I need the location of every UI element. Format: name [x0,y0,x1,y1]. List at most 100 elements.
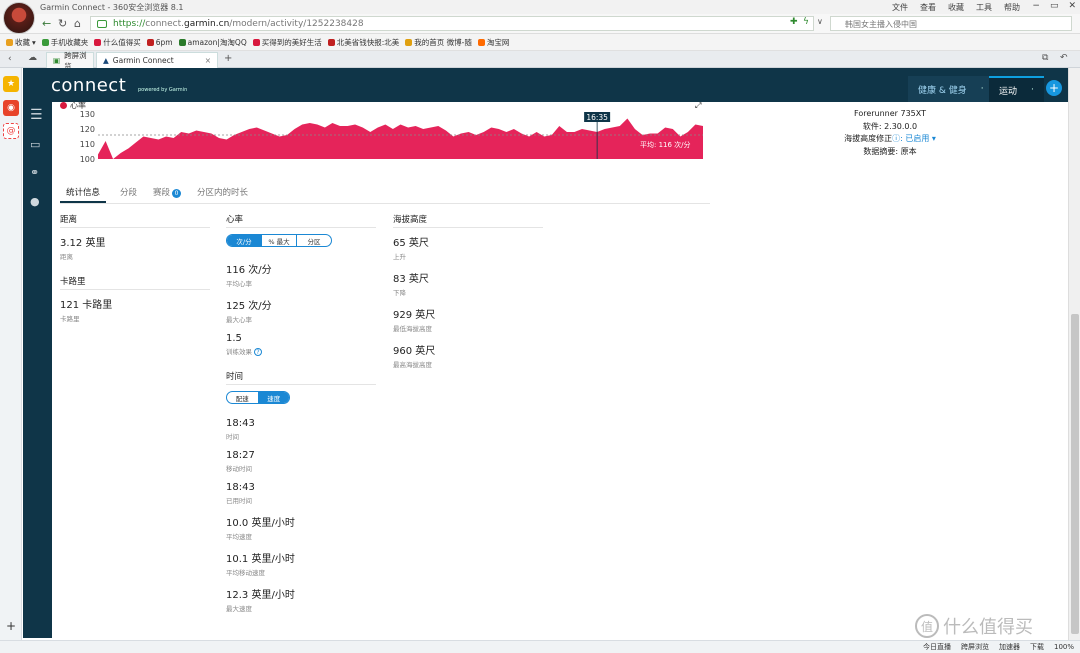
close-icon[interactable]: ✕ [1068,1,1076,11]
bookmark-item[interactable]: 北美省钱快报:北美 [327,37,399,48]
status-cross-screen[interactable]: 跨屏浏览 [961,642,989,652]
bookmark-item[interactable]: amazon|淘淘QQ [178,37,247,48]
max-elevation-label: 最高海拔高度 [393,361,432,369]
elevation-correction-toggle[interactable]: : 已启用 [900,134,929,143]
time-section: 时间 配速 速度 18:43 时间 18:27 移动时间 18:43 已用时间 … [226,370,376,622]
home-icon[interactable]: ⌂ [74,17,81,30]
add-button[interactable]: + [1046,80,1062,96]
weibo-icon [405,38,413,46]
menu-help[interactable]: 帮助 [1004,2,1020,13]
hr-toggle-zone[interactable]: 分区 [297,235,331,246]
minimize-icon[interactable]: − [1032,1,1040,11]
status-zoom[interactable]: 100% [1054,643,1074,651]
connect-logo[interactable]: connect [51,75,126,96]
max-hr-value: 125 次/分 [226,301,272,312]
help-icon[interactable]: ? [254,348,262,356]
restore-tab-icon[interactable]: ⧉ [1042,53,1048,63]
cloud-icon[interactable]: ☁ [28,53,37,63]
avg-hr-value: 116 次/分 [226,265,272,276]
url-scheme: https:// [113,18,146,29]
max-speed-stat: 12.3 英里/小时 最大速度 [226,586,376,613]
nav-sport[interactable]: 运动 · [989,76,1044,102]
hr-toggle-max[interactable]: % 最大 [262,235,297,246]
calories-value: 121 卡路里 [60,300,113,311]
add-sidebar-icon[interactable]: + [3,618,19,634]
hr-toggle-bpm[interactable]: 次/分 [227,235,262,246]
page-scrollbar[interactable] [1068,68,1080,640]
url-path: /modern/activity/1252238428 [229,18,364,29]
shield-icon[interactable]: ✚ [790,17,798,27]
bookmark-item[interactable]: 淘宝网 [477,37,509,48]
tab-laps[interactable]: 分段 [118,186,139,203]
tab-time-in-zones[interactable]: 分区内的时长 [195,186,250,203]
min-elevation-label: 最低海拔高度 [393,325,432,333]
url-host-prefix: connect. [145,18,185,29]
tab-segments[interactable]: 赛段 0 [151,186,183,203]
tab-bar: ‹ ☁ ▣ 跨屏浏览 ▲ Garmin Connect × + ⧉ ↶ [0,51,1080,71]
bookmark-item[interactable]: 6pm [146,38,173,47]
time-value: 18:43 [226,418,255,429]
weibo-sidebar-icon[interactable]: ◉ [3,100,19,116]
training-effect-label-wrap: 训练效果? [226,346,376,356]
mail-sidebar-icon[interactable]: @ [3,123,19,139]
nav-health-fitness[interactable]: 健康 & 健身 · [908,76,994,102]
tab-cross-screen[interactable]: ▣ 跨屏浏览 [46,51,94,71]
url-input[interactable]: https://connect. garmin.cn/modern/activit… [90,16,814,31]
lightning-icon[interactable]: ϟ [803,17,809,27]
garmin-icon: ▲ [103,56,109,65]
tab-stats[interactable]: 统计信息 [60,186,107,203]
bookmark-item[interactable]: 什么值得买 [94,37,141,48]
menu-tools[interactable]: 工具 [976,2,992,13]
hr-chart[interactable]: 130 120 110 100 平均: 116 次/分 16:35 [60,110,710,162]
inbox-icon[interactable]: ▭ [30,138,40,151]
min-elevation-stat: 929 英尺 最低海拔高度 [393,306,543,333]
close-tab-icon[interactable]: × [205,56,211,65]
bookmark-item[interactable]: 买得到的美好生活 [252,37,322,48]
calories-label: 卡路里 [60,315,80,323]
profile-icon[interactable]: ● [30,195,40,208]
status-accelerator[interactable]: 加速器 [999,642,1020,652]
new-tab-icon[interactable]: + [224,53,232,64]
max-hr-label: 最大心率 [226,316,252,324]
search-input[interactable]: 韩国女主播入侵中国 [830,16,1072,31]
heart-header: 心率 [226,213,376,228]
shop-icon [252,38,260,46]
info-icon[interactable]: ⓘ [892,134,900,143]
max-speed-label: 最大速度 [226,605,252,613]
connections-icon[interactable]: ⚭ [30,166,39,179]
status-live[interactable]: 今日直播 [923,642,951,652]
menu-favorites[interactable]: 收藏 [948,2,964,13]
training-effect-value: 1.5 [226,333,242,344]
menu-icon[interactable]: ☰ [30,107,43,123]
toggle-pace[interactable]: 配速 [227,392,259,403]
tab-garmin-connect[interactable]: ▲ Garmin Connect × [96,52,218,68]
descent-value: 83 英尺 [393,274,429,285]
scrollbar-thumb[interactable] [1071,314,1079,634]
undo-icon[interactable]: ↶ [1060,53,1068,63]
menu-view[interactable]: 查看 [920,2,936,13]
toggle-speed[interactable]: 速度 [258,392,289,403]
menu-file[interactable]: 文件 [892,2,908,13]
ascent-label: 上升 [393,253,406,261]
maximize-icon[interactable]: ▭ [1050,1,1059,11]
window-controls: − ▭ ✕ [1032,1,1076,11]
elapsed-time-stat: 18:43 已用时间 [226,482,376,505]
garmin-sidenav: ☰ ▭ ⚭ ● [23,102,52,638]
smzdm-icon [94,38,102,46]
favorites-star-icon[interactable]: ★ [3,76,19,92]
bookmark-item[interactable]: 手机收藏夹 [41,37,88,48]
avg-moving-speed-label: 平均移动速度 [226,569,265,577]
back-arrow-icon[interactable]: ← [42,17,51,30]
status-download[interactable]: 下载 [1030,642,1044,652]
training-effect-label: 训练效果 [226,348,252,356]
bookmark-item[interactable]: 我的首页 微博-随 [405,37,472,48]
phone-icon [41,38,49,46]
heart-section: 心率 次/分 % 最大 分区 116 次/分 平均心率 125 次/分 最大心率… [226,213,376,365]
bookmark-item[interactable]: 收藏 ▾ [6,37,36,48]
calories-section: 卡路里 121 卡路里 卡路里 [60,275,210,332]
user-avatar[interactable] [3,2,35,34]
chevron-left-icon[interactable]: ‹ [8,54,12,64]
chevron-down-icon[interactable]: ∨ [817,17,823,26]
ascent-value: 65 英尺 [393,238,429,249]
refresh-icon[interactable]: ↻ [58,17,67,30]
